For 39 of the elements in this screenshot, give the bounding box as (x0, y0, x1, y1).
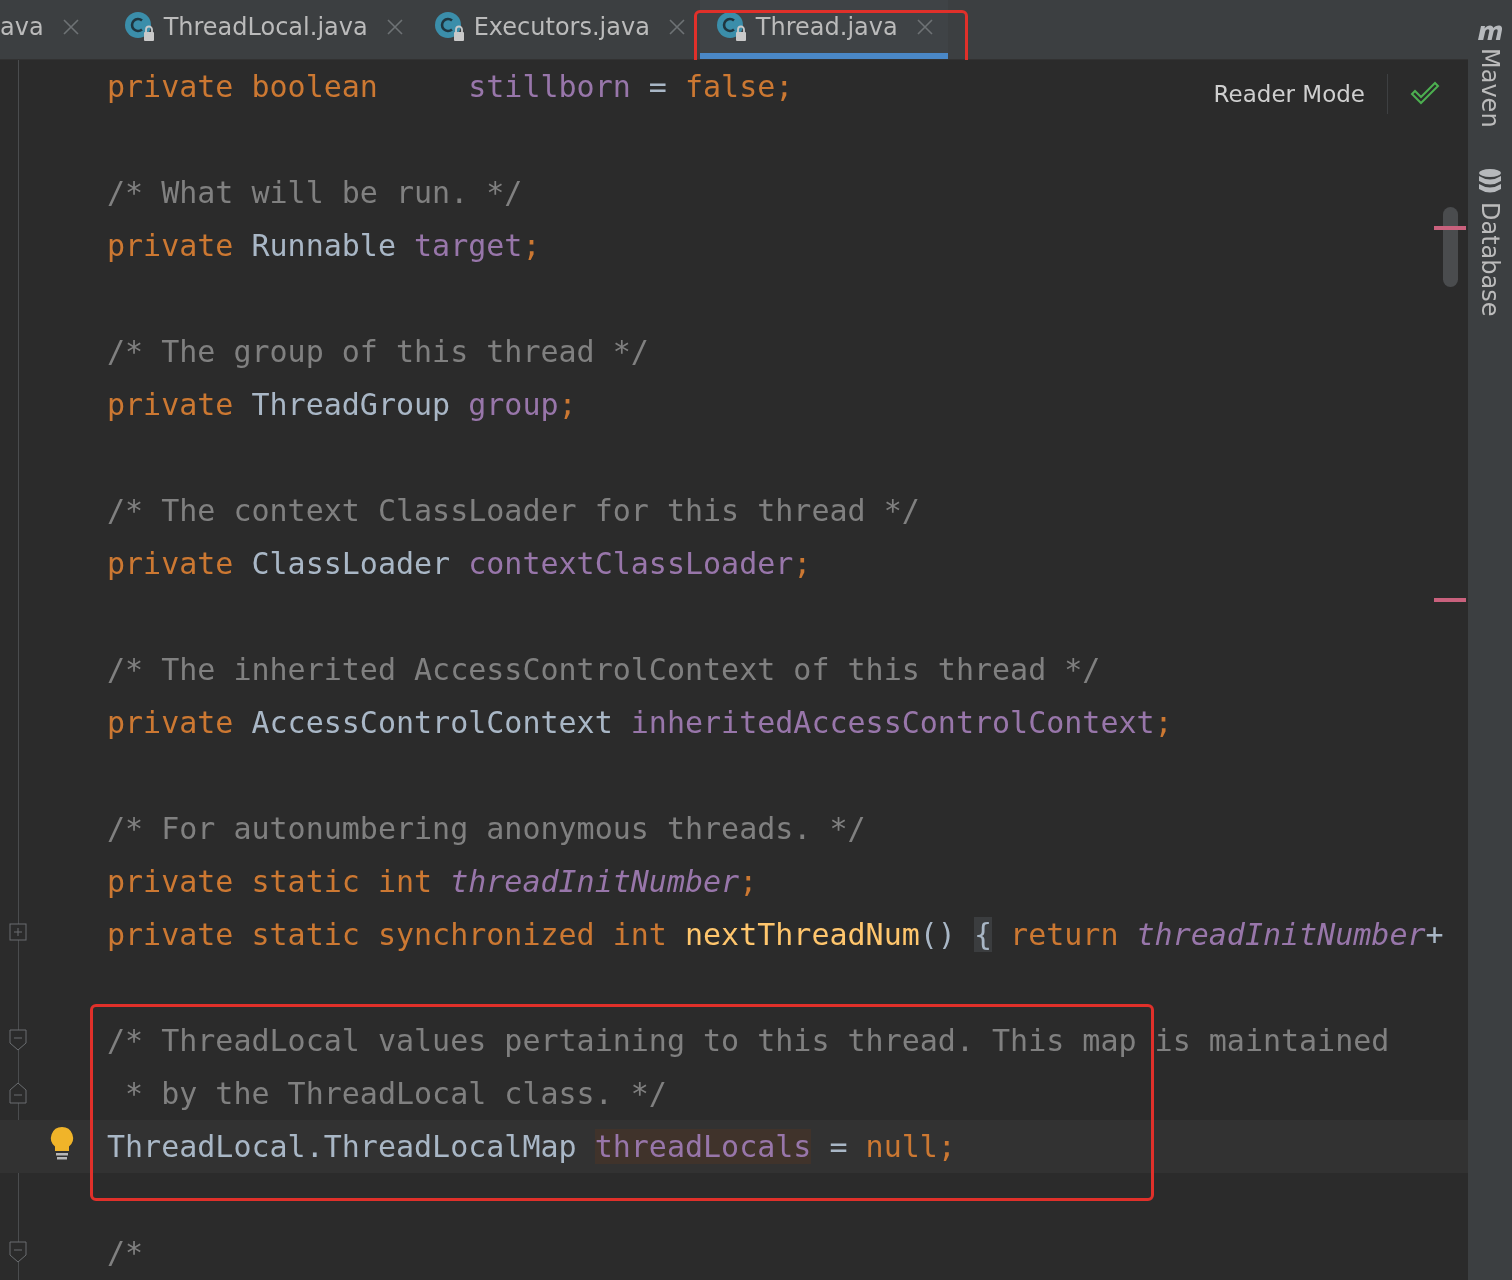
code-line: private Runnable target; (107, 226, 541, 265)
code-line: ThreadLocal.ThreadLocalMap threadLocals = null; (107, 1127, 956, 1166)
code-line: private static synchronized int nextThreadNum() { return threadInitNumber+ (107, 915, 1444, 954)
check-icon (1410, 81, 1440, 107)
tool-window-button[interactable]: Maven (1475, 18, 1505, 128)
close-icon[interactable] (915, 17, 934, 36)
editor-tab[interactable]: ava (0, 0, 94, 59)
tool-window-button[interactable]: Database (1476, 167, 1504, 317)
code-line: * by the ThreadLocal class. */ (124, 1074, 667, 1113)
code-line: /* The context ClassLoader for this thread */ (107, 491, 920, 530)
code-line: private static int threadInitNumber; (107, 862, 758, 901)
code-line: /* The group of this thread */ (107, 332, 649, 371)
fold-icon[interactable] (9, 923, 27, 941)
lightbulb-icon[interactable] (49, 1126, 75, 1160)
fold-icon[interactable] (9, 1029, 27, 1051)
class-file-icon (433, 10, 466, 43)
code-line: /* What will be run. */ (107, 173, 523, 212)
class-file-icon (715, 10, 748, 43)
code-line: private AccessControlContext inheritedAccessControlContext; (107, 703, 1173, 742)
reader-mode-link[interactable]: Reader Mode (1213, 81, 1365, 107)
scroll-thumb[interactable] (1443, 207, 1458, 287)
code-line: private ThreadGroup group; (107, 385, 577, 424)
class-file-icon (123, 10, 156, 43)
fold-icon[interactable] (9, 1082, 27, 1104)
code-line: /* The inherited AccessControlContext of this thread */ (107, 650, 1101, 689)
code-line: /* ThreadLocal values pertaining to this thread. This map is maintained (107, 1021, 1390, 1060)
editor-tab[interactable]: Executors.java (417, 0, 700, 59)
fold-icon[interactable] (9, 1241, 27, 1263)
code-line: private boolean stillborn = false; (107, 67, 794, 106)
code-line: /* For autonumbering anonymous threads. */ (107, 809, 866, 848)
editor-tab[interactable]: Thread.java (699, 0, 948, 59)
code-line: /* (107, 1233, 144, 1272)
error-stripe-mark (1434, 226, 1466, 230)
error-stripe-mark (1434, 598, 1466, 602)
editor-tab[interactable]: ThreadLocal.java (107, 0, 418, 59)
code-line: private ClassLoader contextClassLoader; (107, 544, 812, 583)
close-icon[interactable] (385, 17, 404, 36)
close-icon[interactable] (667, 17, 686, 36)
close-icon[interactable] (61, 17, 80, 36)
